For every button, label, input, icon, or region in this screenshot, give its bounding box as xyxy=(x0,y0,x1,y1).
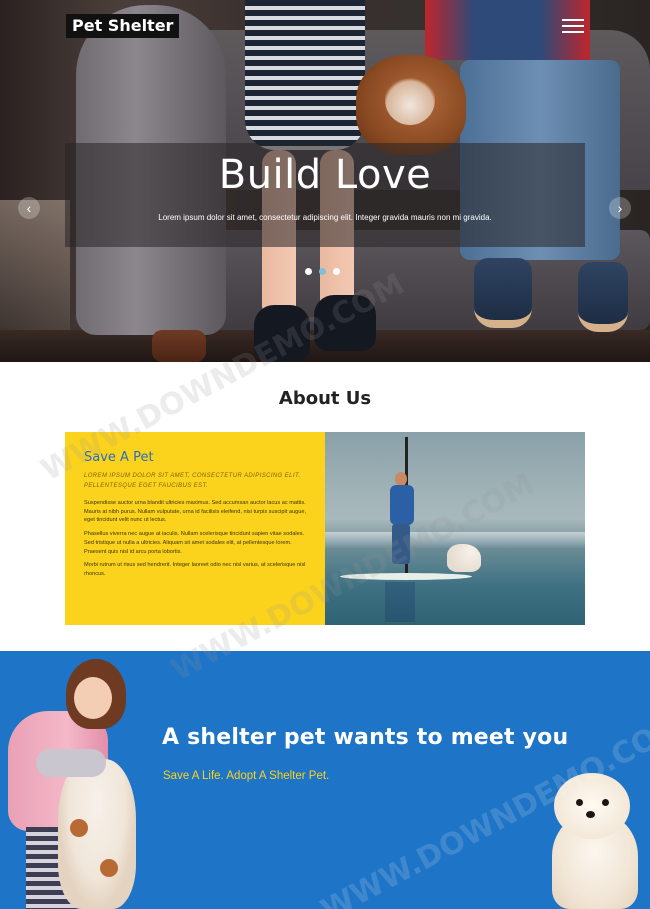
slider-pagination xyxy=(305,268,340,275)
menu-bar xyxy=(562,31,584,33)
puppy-head xyxy=(554,773,630,839)
girl-arm xyxy=(36,749,106,777)
paddler-torso xyxy=(390,485,414,525)
hero-title: Build Love xyxy=(218,152,432,198)
dog-on-board xyxy=(447,544,481,572)
hero-slider: Build Love Lorem ipsum dolor sit amet, c… xyxy=(0,0,650,362)
banner-title: A shelter pet wants to meet you xyxy=(162,725,569,750)
girl-face xyxy=(74,677,112,719)
slider-prev-button[interactable]: ‹ xyxy=(18,197,40,219)
puppy-eye xyxy=(576,799,583,806)
adopt-banner: A shelter pet wants to meet you Save A L… xyxy=(0,651,650,909)
paddleboard-photo xyxy=(325,432,585,625)
about-tagline: Lorem ipsum dolor sit amet, consectetur … xyxy=(84,473,301,489)
puppy-eye xyxy=(602,799,609,806)
about-card: Save A Pet Lorem ipsum dolor sit amet, c… xyxy=(65,432,585,625)
dog-spot xyxy=(100,859,118,877)
about-paragraph: Suspendisse auctor urna blandit ultricie… xyxy=(84,500,306,524)
hero-window-light xyxy=(0,200,70,350)
menu-bar xyxy=(562,19,584,21)
slider-next-button[interactable]: › xyxy=(609,197,631,219)
banner-subtitle: Save A Life. Adopt A Shelter Pet. xyxy=(163,770,330,782)
puppy-nose xyxy=(586,811,595,818)
hamburger-icon[interactable] xyxy=(562,16,584,36)
about-card-title: Save A Pet xyxy=(84,450,154,465)
slider-dot-3[interactable] xyxy=(333,268,340,275)
paddler-legs xyxy=(392,524,410,564)
about-paragraph: Phasellus viverra nec augue at iaculis. … xyxy=(84,531,305,555)
paddler xyxy=(387,472,415,574)
site-logo[interactable]: Pet Shelter xyxy=(66,14,180,38)
girl-with-dog-photo xyxy=(0,659,140,909)
girl-dress xyxy=(245,0,365,150)
about-paragraph: Morbi rutrum ut risus sed hendrerit. Int… xyxy=(84,562,306,577)
menu-bar xyxy=(562,25,584,27)
hero-subtitle: Lorem ipsum dolor sit amet, consectetur … xyxy=(158,213,492,222)
girl-shoe xyxy=(254,305,310,361)
white-puppy-photo xyxy=(544,773,644,909)
paddler-head xyxy=(395,472,407,486)
spaniel-face xyxy=(385,75,435,125)
slider-dot-2[interactable] xyxy=(319,268,326,275)
paddleboard xyxy=(340,573,472,580)
slider-dot-1[interactable] xyxy=(305,268,312,275)
boy-shoe xyxy=(474,258,532,328)
girl-shoe xyxy=(314,295,376,351)
boy-shoe xyxy=(578,262,628,332)
about-text-panel: Save A Pet Lorem ipsum dolor sit amet, c… xyxy=(65,432,325,625)
about-heading: About Us xyxy=(278,388,372,409)
dog-spot xyxy=(70,819,88,837)
beagle-dog xyxy=(58,759,136,909)
water-reflection xyxy=(385,582,415,622)
sofa-leg xyxy=(152,330,206,362)
